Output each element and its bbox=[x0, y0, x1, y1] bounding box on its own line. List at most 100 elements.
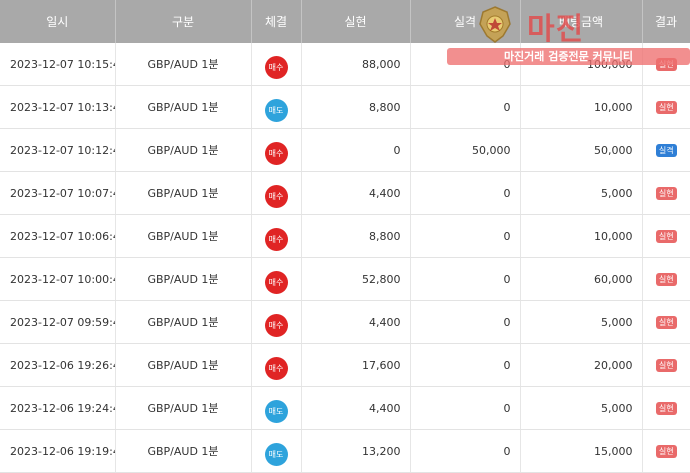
cell-loss: 0 bbox=[410, 300, 521, 344]
side-badge: 매수 bbox=[264, 56, 288, 79]
cell-category: GBP/AUD 1분 bbox=[115, 386, 252, 430]
result-badge: 실현 bbox=[655, 359, 677, 372]
side-badge: 매수 bbox=[264, 357, 288, 380]
result-badge: 실현 bbox=[655, 187, 677, 200]
cell-category: GBP/AUD 1분 bbox=[115, 300, 252, 344]
cell-datetime: 2023-12-07 10:13:49 bbox=[0, 85, 116, 129]
cell-loss: 0 bbox=[410, 429, 521, 473]
result-badge: 실현 bbox=[655, 316, 677, 329]
cell-realized: 17,600 bbox=[301, 343, 411, 387]
cell-loss: 0 bbox=[410, 257, 521, 301]
cell-realized: 88,000 bbox=[301, 43, 411, 86]
cell-bet-amount: 100,000 bbox=[520, 43, 643, 86]
cell-category: GBP/AUD 1분 bbox=[115, 43, 252, 86]
header-result[interactable]: 결과 bbox=[642, 0, 690, 43]
cell-realized: 13,200 bbox=[301, 429, 411, 473]
cell-execution: 매수 bbox=[251, 171, 302, 215]
side-badge: 매수 bbox=[264, 314, 288, 337]
cell-loss: 0 bbox=[410, 85, 521, 129]
cell-realized: 8,800 bbox=[301, 85, 411, 129]
cell-bet-amount: 10,000 bbox=[520, 214, 643, 258]
cell-realized: 8,800 bbox=[301, 214, 411, 258]
cell-bet-amount: 5,000 bbox=[520, 300, 643, 344]
side-badge: 매수 bbox=[264, 142, 288, 165]
cell-result: 실현 bbox=[642, 171, 690, 215]
table-row: 2023-12-07 09:59:48GBP/AUD 1분 매수 4,40005,0… bbox=[0, 300, 690, 344]
cell-loss: 0 bbox=[410, 386, 521, 430]
cell-result: 실현 bbox=[642, 257, 690, 301]
cell-datetime: 2023-12-07 10:00:47 bbox=[0, 257, 116, 301]
cell-category: GBP/AUD 1분 bbox=[115, 429, 252, 473]
result-badge: 실격 bbox=[655, 144, 677, 157]
cell-result: 실현 bbox=[642, 85, 690, 129]
cell-execution: 매수 bbox=[251, 300, 302, 344]
side-badge: 매도 bbox=[264, 443, 288, 466]
table-row: 2023-12-07 10:06:49GBP/AUD 1분 매수 8,800010,… bbox=[0, 214, 690, 258]
table-row: 2023-12-07 10:13:49GBP/AUD 1분 매도 8,800010,… bbox=[0, 85, 690, 129]
cell-loss: 0 bbox=[410, 214, 521, 258]
cell-bet-amount: 60,000 bbox=[520, 257, 643, 301]
header-execution[interactable]: 체결 bbox=[251, 0, 302, 43]
side-badge: 매수 bbox=[264, 228, 288, 251]
cell-result: 실격 bbox=[642, 128, 690, 172]
cell-category: GBP/AUD 1분 bbox=[115, 128, 252, 172]
side-badge: 매수 bbox=[264, 185, 288, 208]
cell-realized: 4,400 bbox=[301, 300, 411, 344]
cell-bet-amount: 5,000 bbox=[520, 386, 643, 430]
result-badge: 실현 bbox=[655, 230, 677, 243]
cell-category: GBP/AUD 1분 bbox=[115, 214, 252, 258]
header-realized[interactable]: 실현 bbox=[301, 0, 411, 43]
cell-result: 실현 bbox=[642, 343, 690, 387]
table-row: 2023-12-06 19:24:49GBP/AUD 1분 매도 4,40005,0… bbox=[0, 386, 690, 430]
side-badge: 매도 bbox=[264, 99, 288, 122]
cell-datetime: 2023-12-06 19:26:48 bbox=[0, 343, 116, 387]
cell-execution: 매수 bbox=[251, 257, 302, 301]
cell-loss: 0 bbox=[410, 43, 521, 86]
cell-result: 실현 bbox=[642, 300, 690, 344]
cell-bet-amount: 5,000 bbox=[520, 171, 643, 215]
cell-result: 실현 bbox=[642, 214, 690, 258]
cell-result: 실현 bbox=[642, 429, 690, 473]
cell-execution: 매도 bbox=[251, 429, 302, 473]
table-row: 2023-12-06 19:26:48GBP/AUD 1분 매수 17,600020… bbox=[0, 343, 690, 387]
table-row: 2023-12-06 19:19:47GBP/AUD 1분 매도 13,200015… bbox=[0, 429, 690, 473]
table-header-row: 일시 구분 체결 실현 실격 배팅금액 결과 bbox=[0, 0, 690, 43]
side-badge: 매도 bbox=[264, 400, 288, 423]
result-badge: 실현 bbox=[655, 402, 677, 415]
cell-realized: 52,800 bbox=[301, 257, 411, 301]
cell-bet-amount: 10,000 bbox=[520, 85, 643, 129]
cell-execution: 매수 bbox=[251, 128, 302, 172]
cell-realized: 4,400 bbox=[301, 386, 411, 430]
header-datetime[interactable]: 일시 bbox=[0, 0, 116, 43]
header-bet-amount[interactable]: 배팅금액 bbox=[520, 0, 643, 43]
trade-history-table: 일시 구분 체결 실현 실격 배팅금액 결과 2023-12-07 10:15:… bbox=[0, 0, 690, 473]
cell-loss: 50,000 bbox=[410, 128, 521, 172]
cell-datetime: 2023-12-07 09:59:48 bbox=[0, 300, 116, 344]
cell-category: GBP/AUD 1분 bbox=[115, 343, 252, 387]
cell-execution: 매도 bbox=[251, 386, 302, 430]
cell-datetime: 2023-12-07 10:06:49 bbox=[0, 214, 116, 258]
cell-bet-amount: 20,000 bbox=[520, 343, 643, 387]
result-badge: 실현 bbox=[655, 58, 677, 71]
table-row: 2023-12-07 10:15:49GBP/AUD 1분 매수 88,000010… bbox=[0, 43, 690, 86]
cell-result: 실현 bbox=[642, 43, 690, 86]
cell-bet-amount: 50,000 bbox=[520, 128, 643, 172]
header-category[interactable]: 구분 bbox=[115, 0, 252, 43]
cell-bet-amount: 15,000 bbox=[520, 429, 643, 473]
cell-datetime: 2023-12-06 19:24:49 bbox=[0, 386, 116, 430]
cell-loss: 0 bbox=[410, 343, 521, 387]
cell-category: GBP/AUD 1분 bbox=[115, 171, 252, 215]
cell-category: GBP/AUD 1분 bbox=[115, 257, 252, 301]
cell-category: GBP/AUD 1분 bbox=[115, 85, 252, 129]
cell-datetime: 2023-12-07 10:07:48 bbox=[0, 171, 116, 215]
cell-loss: 0 bbox=[410, 171, 521, 215]
cell-realized: 0 bbox=[301, 128, 411, 172]
table-row: 2023-12-07 10:00:47GBP/AUD 1분 매수 52,800060… bbox=[0, 257, 690, 301]
header-loss[interactable]: 실격 bbox=[410, 0, 521, 43]
table-row: 2023-12-07 10:12:48GBP/AUD 1분매수050,00050… bbox=[0, 128, 690, 172]
result-badge: 실현 bbox=[655, 445, 677, 458]
cell-datetime: 2023-12-07 10:12:48 bbox=[0, 128, 116, 172]
cell-result: 실현 bbox=[642, 386, 690, 430]
cell-datetime: 2023-12-06 19:19:47 bbox=[0, 429, 116, 473]
result-badge: 실현 bbox=[655, 273, 677, 286]
